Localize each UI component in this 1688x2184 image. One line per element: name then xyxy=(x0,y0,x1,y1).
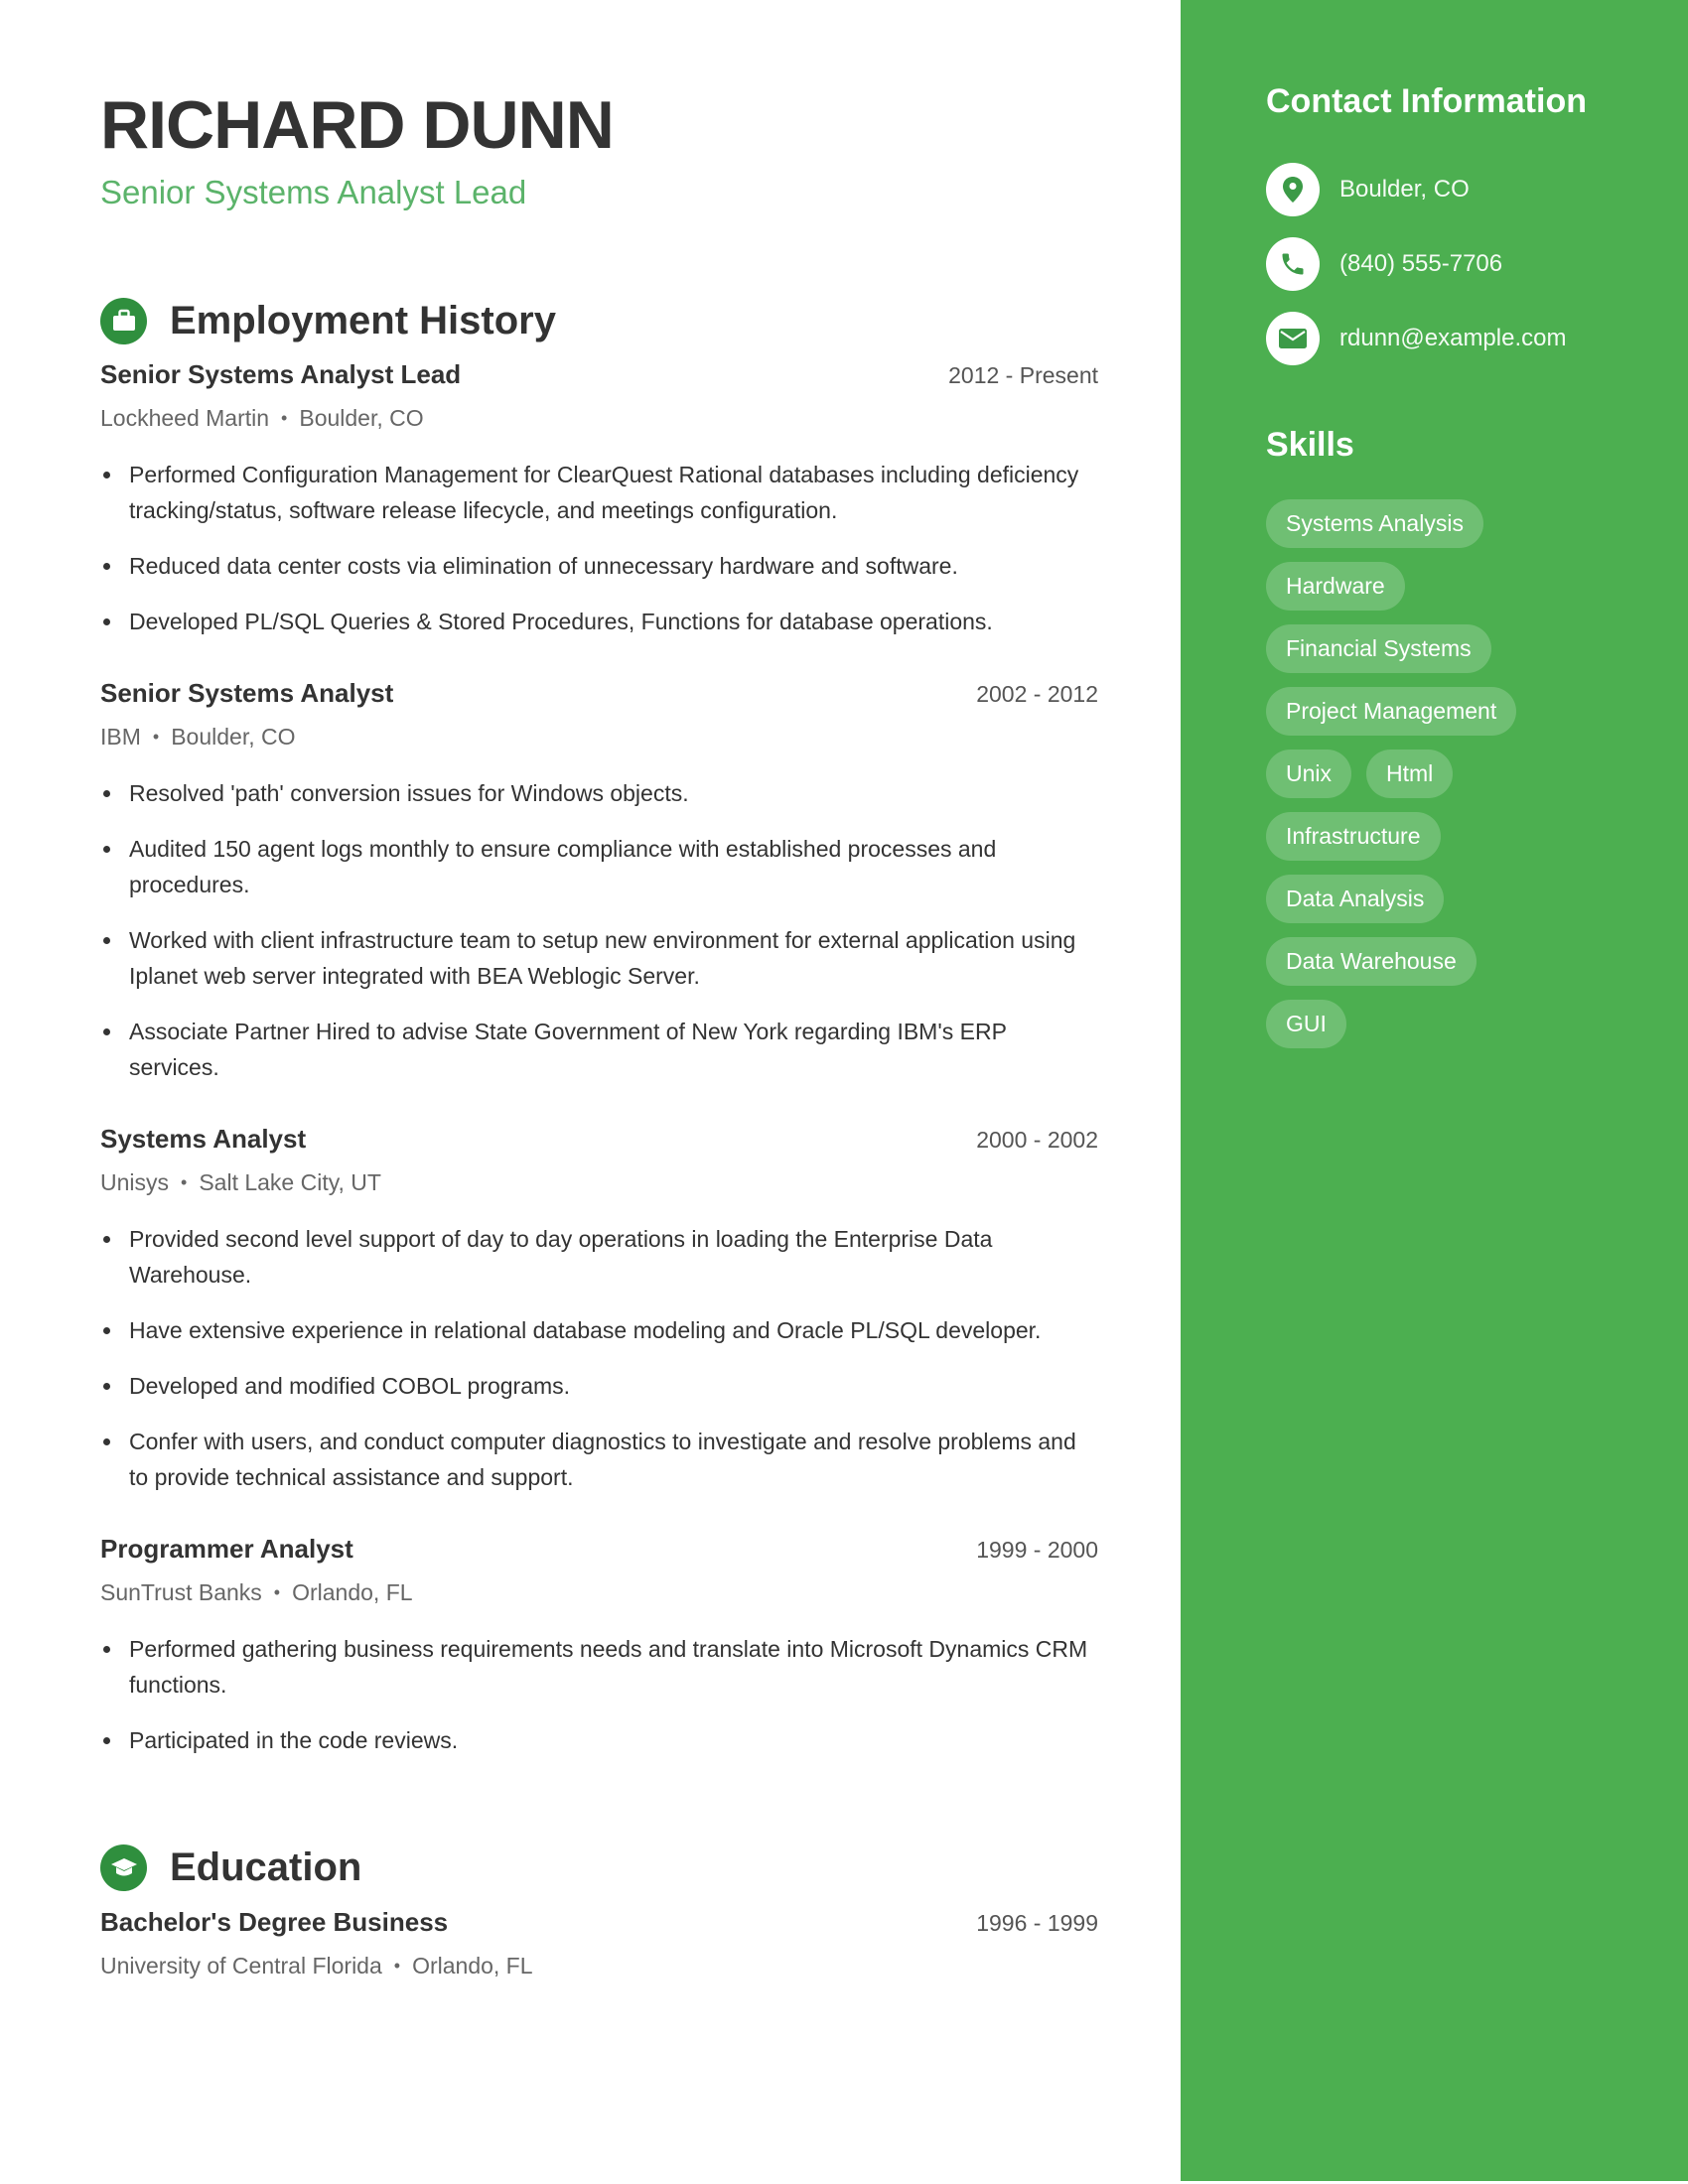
bullet-item: Worked with client infrastructure team t… xyxy=(100,922,1098,994)
job-title: Senior Systems Analyst xyxy=(100,678,394,708)
job-location: Boulder, CO xyxy=(299,405,424,431)
education-heading: Education xyxy=(170,1845,362,1889)
job-company-location: Lockheed Martin • Boulder, CO xyxy=(100,399,1098,437)
briefcase-icon xyxy=(100,297,147,344)
job-location: Boulder, CO xyxy=(171,724,296,750)
employment-heading: Employment History xyxy=(170,299,556,342)
separator-dot: • xyxy=(273,1582,281,1602)
skill-pill: Financial Systems xyxy=(1266,624,1491,673)
job-bullets: Provided second level support of day to … xyxy=(100,1221,1098,1495)
skill-pill: Systems Analysis xyxy=(1266,499,1483,548)
separator-dot: • xyxy=(181,1172,188,1192)
contact-email: rdunn@example.com xyxy=(1266,312,1566,365)
job-company-location: IBM • Boulder, CO xyxy=(100,718,1098,755)
bullet-item: Participated in the code reviews. xyxy=(100,1722,1098,1758)
skills-list: Systems Analysis Hardware Financial Syst… xyxy=(1266,499,1663,1062)
bullet-item: Performed gathering business requirement… xyxy=(100,1631,1098,1703)
location-pin-icon xyxy=(1266,163,1320,216)
employment-section-header: Employment History xyxy=(100,296,556,345)
graduation-cap-icon xyxy=(100,1843,147,1891)
bullet-item: Associate Partner Hired to advise State … xyxy=(100,1014,1098,1085)
job-entry: Programmer Analyst 1999 - 2000 SunTrust … xyxy=(100,1534,1098,1778)
separator-dot: • xyxy=(152,727,160,747)
bullet-item: Performed Configuration Management for C… xyxy=(100,457,1098,528)
job-company: Lockheed Martin xyxy=(100,405,270,431)
school-location: University of Central Florida • Orlando, F… xyxy=(100,1947,1098,1984)
bullet-item: Resolved 'path' conversion issues for Wi… xyxy=(100,775,1098,811)
job-company-location: Unisys • Salt Lake City, UT xyxy=(100,1163,1098,1201)
job-entry: Systems Analyst 2000 - 2002 Unisys • Salt … xyxy=(100,1124,1098,1515)
degree: Bachelor's Degree Business xyxy=(100,1907,449,1937)
contact-location-text: Boulder, CO xyxy=(1339,176,1470,203)
contact-heading: Contact Information xyxy=(1266,82,1587,120)
skill-pill: Html xyxy=(1366,750,1454,798)
bullet-item: Audited 150 agent logs monthly to ensure… xyxy=(100,831,1098,902)
skill-pill: GUI xyxy=(1266,1000,1346,1048)
education-entry: Bachelor's Degree Business 1996 - 1999 U… xyxy=(100,1907,1098,1984)
contact-phone-text: (840) 555-7706 xyxy=(1339,250,1503,277)
job-company: Unisys xyxy=(100,1169,170,1195)
school-name: University of Central Florida xyxy=(100,1953,382,1979)
sidebar: Contact Information Boulder, CO (840) 55… xyxy=(1181,0,1688,2181)
job-company-location: SunTrust Banks • Orlando, FL xyxy=(100,1573,1098,1611)
separator-dot: • xyxy=(393,1956,401,1976)
job-entry: Senior Systems Analyst Lead 2012 - Prese… xyxy=(100,359,1098,659)
job-company: IBM xyxy=(100,724,141,750)
candidate-title: Senior Systems Analyst Lead xyxy=(100,174,527,210)
email-icon xyxy=(1266,312,1320,365)
skill-pill: Data Analysis xyxy=(1266,875,1445,923)
bullet-item: Reduced data center costs via eliminatio… xyxy=(100,548,1098,584)
skill-pill: Infrastructure xyxy=(1266,812,1441,861)
job-title: Senior Systems Analyst Lead xyxy=(100,359,462,389)
separator-dot: • xyxy=(281,408,288,428)
phone-icon xyxy=(1266,237,1320,291)
skill-pill: Hardware xyxy=(1266,562,1405,611)
candidate-name: RICHARD DUNN xyxy=(100,87,615,163)
job-location: Salt Lake City, UT xyxy=(199,1169,381,1195)
contact-email-text[interactable]: rdunn@example.com xyxy=(1339,325,1566,352)
education-section-header: Education xyxy=(100,1843,361,1892)
bullet-item: Developed and modified COBOL programs. xyxy=(100,1368,1098,1404)
job-dates: 2000 - 2002 xyxy=(976,1127,1098,1153)
job-dates: 2012 - Present xyxy=(948,362,1098,388)
skill-pill: Data Warehouse xyxy=(1266,937,1477,986)
education-dates: 1996 - 1999 xyxy=(976,1910,1098,1936)
skill-pill: Unix xyxy=(1266,750,1352,798)
job-bullets: Resolved 'path' conversion issues for Wi… xyxy=(100,775,1098,1085)
job-dates: 1999 - 2000 xyxy=(976,1537,1098,1563)
skill-pill: Project Management xyxy=(1266,687,1517,736)
bullet-item: Developed PL/SQL Queries & Stored Proced… xyxy=(100,604,1098,639)
contact-phone: (840) 555-7706 xyxy=(1266,237,1502,291)
job-dates: 2002 - 2012 xyxy=(976,681,1098,707)
job-entry: Senior Systems Analyst 2002 - 2012 IBM • B… xyxy=(100,678,1098,1105)
job-bullets: Performed gathering business requirement… xyxy=(100,1631,1098,1758)
job-title: Programmer Analyst xyxy=(100,1534,353,1564)
contact-location: Boulder, CO xyxy=(1266,163,1470,216)
bullet-item: Have extensive experience in relational … xyxy=(100,1312,1098,1348)
bullet-item: Confer with users, and conduct computer … xyxy=(100,1424,1098,1495)
school-location-text: Orlando, FL xyxy=(412,1953,533,1979)
job-location: Orlando, FL xyxy=(292,1579,413,1605)
job-title: Systems Analyst xyxy=(100,1124,307,1154)
bullet-item: Provided second level support of day to … xyxy=(100,1221,1098,1293)
job-company: SunTrust Banks xyxy=(100,1579,262,1605)
skills-heading: Skills xyxy=(1266,426,1354,464)
job-bullets: Performed Configuration Management for C… xyxy=(100,457,1098,639)
